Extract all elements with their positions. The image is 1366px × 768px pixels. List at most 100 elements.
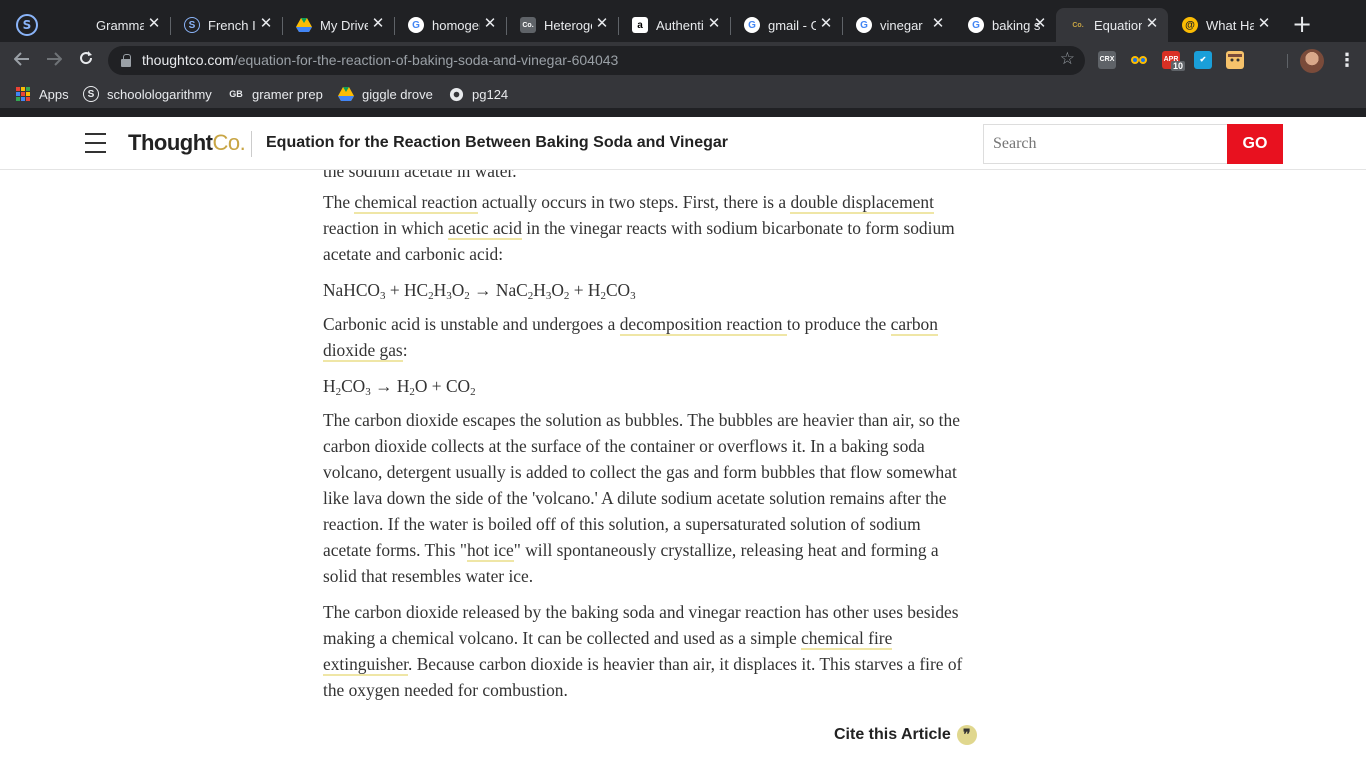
goggles-extension-icon[interactable] — [1130, 51, 1148, 69]
browser-chrome-edge — [0, 109, 1366, 117]
tab-title: My Drive — [320, 17, 368, 33]
text: Carbonic acid is unstable and undergoes … — [323, 314, 620, 334]
schoology-favicon-icon: S — [184, 17, 200, 33]
quote-icon: ❞ — [956, 725, 977, 745]
eq-subscript: 3 — [630, 290, 636, 302]
new-tab-button[interactable]: + — [1290, 12, 1314, 36]
bookmark-star-icon[interactable]: ☆ — [1060, 49, 1075, 69]
face-extension-icon[interactable] — [1226, 51, 1244, 69]
apr-extension-icon[interactable]: APR 10 — [1162, 51, 1186, 71]
tab-equation[interactable]: Co. Equation ✕ — [1056, 8, 1168, 42]
google-favicon-icon: G — [744, 17, 760, 33]
eq-text: O — [451, 280, 465, 300]
back-arrow-icon[interactable] — [11, 50, 33, 72]
google-drive-favicon-icon — [296, 17, 312, 33]
toolbar-divider — [1287, 54, 1288, 68]
link-double-displacement[interactable]: double displacement — [790, 192, 934, 214]
browser-toolbar: thoughtco.com/equation-for-the-reaction-… — [0, 42, 1366, 79]
equation-decomposition: H2CO3 → H2O + CO2 — [323, 373, 968, 399]
link-decomposition-reaction[interactable]: decomposition reaction — [619, 314, 787, 336]
eq-text: + H — [569, 280, 601, 300]
url-text[interactable]: thoughtco.com/equation-for-the-reaction-… — [142, 52, 618, 68]
bookmark-giggle-drove[interactable]: giggle drove — [338, 85, 433, 103]
tab-authentic[interactable]: a Authentic ✕ — [618, 8, 731, 42]
tab-title: Heterogeneous — [544, 17, 592, 33]
tab-gmail[interactable]: G gmail - G ✕ — [730, 8, 843, 42]
close-icon[interactable]: ✕ — [258, 16, 274, 32]
close-icon[interactable]: ✕ — [1144, 16, 1160, 32]
tab-title: homogeneous — [432, 17, 480, 33]
close-icon[interactable]: ✕ — [370, 16, 386, 32]
tab-title: Authentic — [656, 17, 704, 33]
close-icon[interactable]: ✕ — [146, 16, 162, 32]
bookmark-pg124[interactable]: pg124 — [448, 85, 508, 103]
link-chemical-reaction[interactable]: chemical reaction — [354, 192, 478, 214]
bookmark-apps[interactable]: Apps — [15, 85, 69, 103]
lock-icon — [121, 54, 131, 67]
crx-extension-icon[interactable]: CRX — [1098, 51, 1116, 69]
close-icon[interactable]: ✕ — [706, 16, 722, 32]
bookmark-schoolologarithmy[interactable]: S schoolologarithmy — [83, 85, 212, 103]
yellow-spiral-favicon-icon: @ — [1182, 17, 1198, 33]
text: The carbon dioxide escapes the solution … — [323, 410, 960, 560]
close-icon[interactable]: ✕ — [594, 16, 610, 32]
tab-title: vinegar — [880, 17, 923, 33]
logo-accent: Co. — [212, 130, 246, 155]
schoology-profile-icon[interactable]: S — [16, 14, 38, 36]
text: : — [402, 340, 408, 360]
paragraph-fire-extinguisher: The carbon dioxide released by the bakin… — [323, 599, 968, 703]
tab-title: gmail - G — [768, 17, 816, 33]
tab-homogeneous[interactable]: G homogeneous ✕ — [394, 8, 507, 42]
text: reaction in which — [323, 218, 449, 238]
close-icon[interactable]: ✕ — [930, 16, 946, 32]
search-go-button[interactable]: GO — [1227, 124, 1283, 164]
apr-badge: 10 — [1171, 61, 1186, 71]
tab-vinegar[interactable]: G vinegar ✕ — [842, 8, 954, 42]
tab-baking-soda[interactable]: G baking s ✕ — [954, 8, 1056, 42]
tab-french[interactable]: S French I ✕ — [170, 8, 283, 42]
tab-title: Grammar — [96, 17, 144, 33]
eq-text: O + CO — [414, 376, 471, 396]
search-input[interactable] — [983, 124, 1227, 164]
link-acetic-acid[interactable]: acetic acid — [448, 218, 522, 240]
globe-icon — [448, 86, 464, 102]
cite-article-button[interactable]: Cite this Article ❞ — [834, 725, 977, 745]
amazon-favicon-icon: a — [632, 17, 648, 33]
reload-icon[interactable] — [75, 50, 97, 72]
bookmark-label: Apps — [39, 86, 69, 102]
link-hot-ice[interactable]: hot ice — [466, 540, 514, 562]
equation-neutralization: NaHCO3 + HC2H3O2 → NaC2H3O2 + H2CO3 — [323, 277, 968, 303]
eq-text: H — [433, 280, 447, 300]
eq-text: → NaC — [469, 280, 528, 300]
tab-my-drive[interactable]: My Drive ✕ — [282, 8, 395, 42]
google-favicon-icon: G — [856, 17, 872, 33]
bookmark-gramer-prep[interactable]: GB gramer prep — [228, 85, 323, 103]
forward-arrow-icon[interactable] — [43, 50, 65, 72]
tab-grammar[interactable]: Grammar ✕ — [58, 8, 171, 42]
text: actually occurs in two steps. First, the… — [477, 192, 791, 212]
close-icon[interactable]: ✕ — [1032, 16, 1048, 32]
eq-text: CO — [341, 376, 366, 396]
close-icon[interactable]: ✕ — [1256, 16, 1272, 32]
paragraph-bubbles: The carbon dioxide escapes the solution … — [323, 407, 968, 589]
tab-strip: S Grammar ✕ S French I ✕ My Drive ✕ G ho… — [0, 0, 1366, 42]
tab-what-happens[interactable]: @ What Ha ✕ — [1168, 8, 1280, 42]
google-favicon-icon: G — [408, 17, 424, 33]
bookmark-label: giggle drove — [362, 86, 433, 102]
bookmarks-bar: Apps S schoolologarithmy GB gramer prep … — [0, 79, 1366, 109]
hidden-extension-icon[interactable] — [1258, 51, 1276, 69]
avatar[interactable] — [1300, 49, 1324, 73]
eq-text: CO — [605, 280, 631, 300]
close-icon[interactable]: ✕ — [482, 16, 498, 32]
tab-heterogeneous[interactable]: Co. Heterogeneous ✕ — [506, 8, 619, 42]
close-icon[interactable]: ✕ — [818, 16, 834, 32]
hamburger-menu-icon[interactable] — [85, 133, 106, 153]
thoughtco-favicon-icon: Co. — [1072, 21, 1084, 29]
check-extension-icon[interactable]: ✔ — [1194, 51, 1212, 69]
address-bar[interactable]: thoughtco.com/equation-for-the-reaction-… — [108, 46, 1085, 75]
eq-text: NaHCO — [323, 280, 380, 300]
google-favicon-icon: G — [968, 17, 984, 33]
eq-text: + HC — [385, 280, 429, 300]
thoughtco-logo[interactable]: ThoughtCo. — [128, 130, 246, 156]
kebab-menu-icon[interactable]: ⋮ — [1338, 50, 1356, 72]
